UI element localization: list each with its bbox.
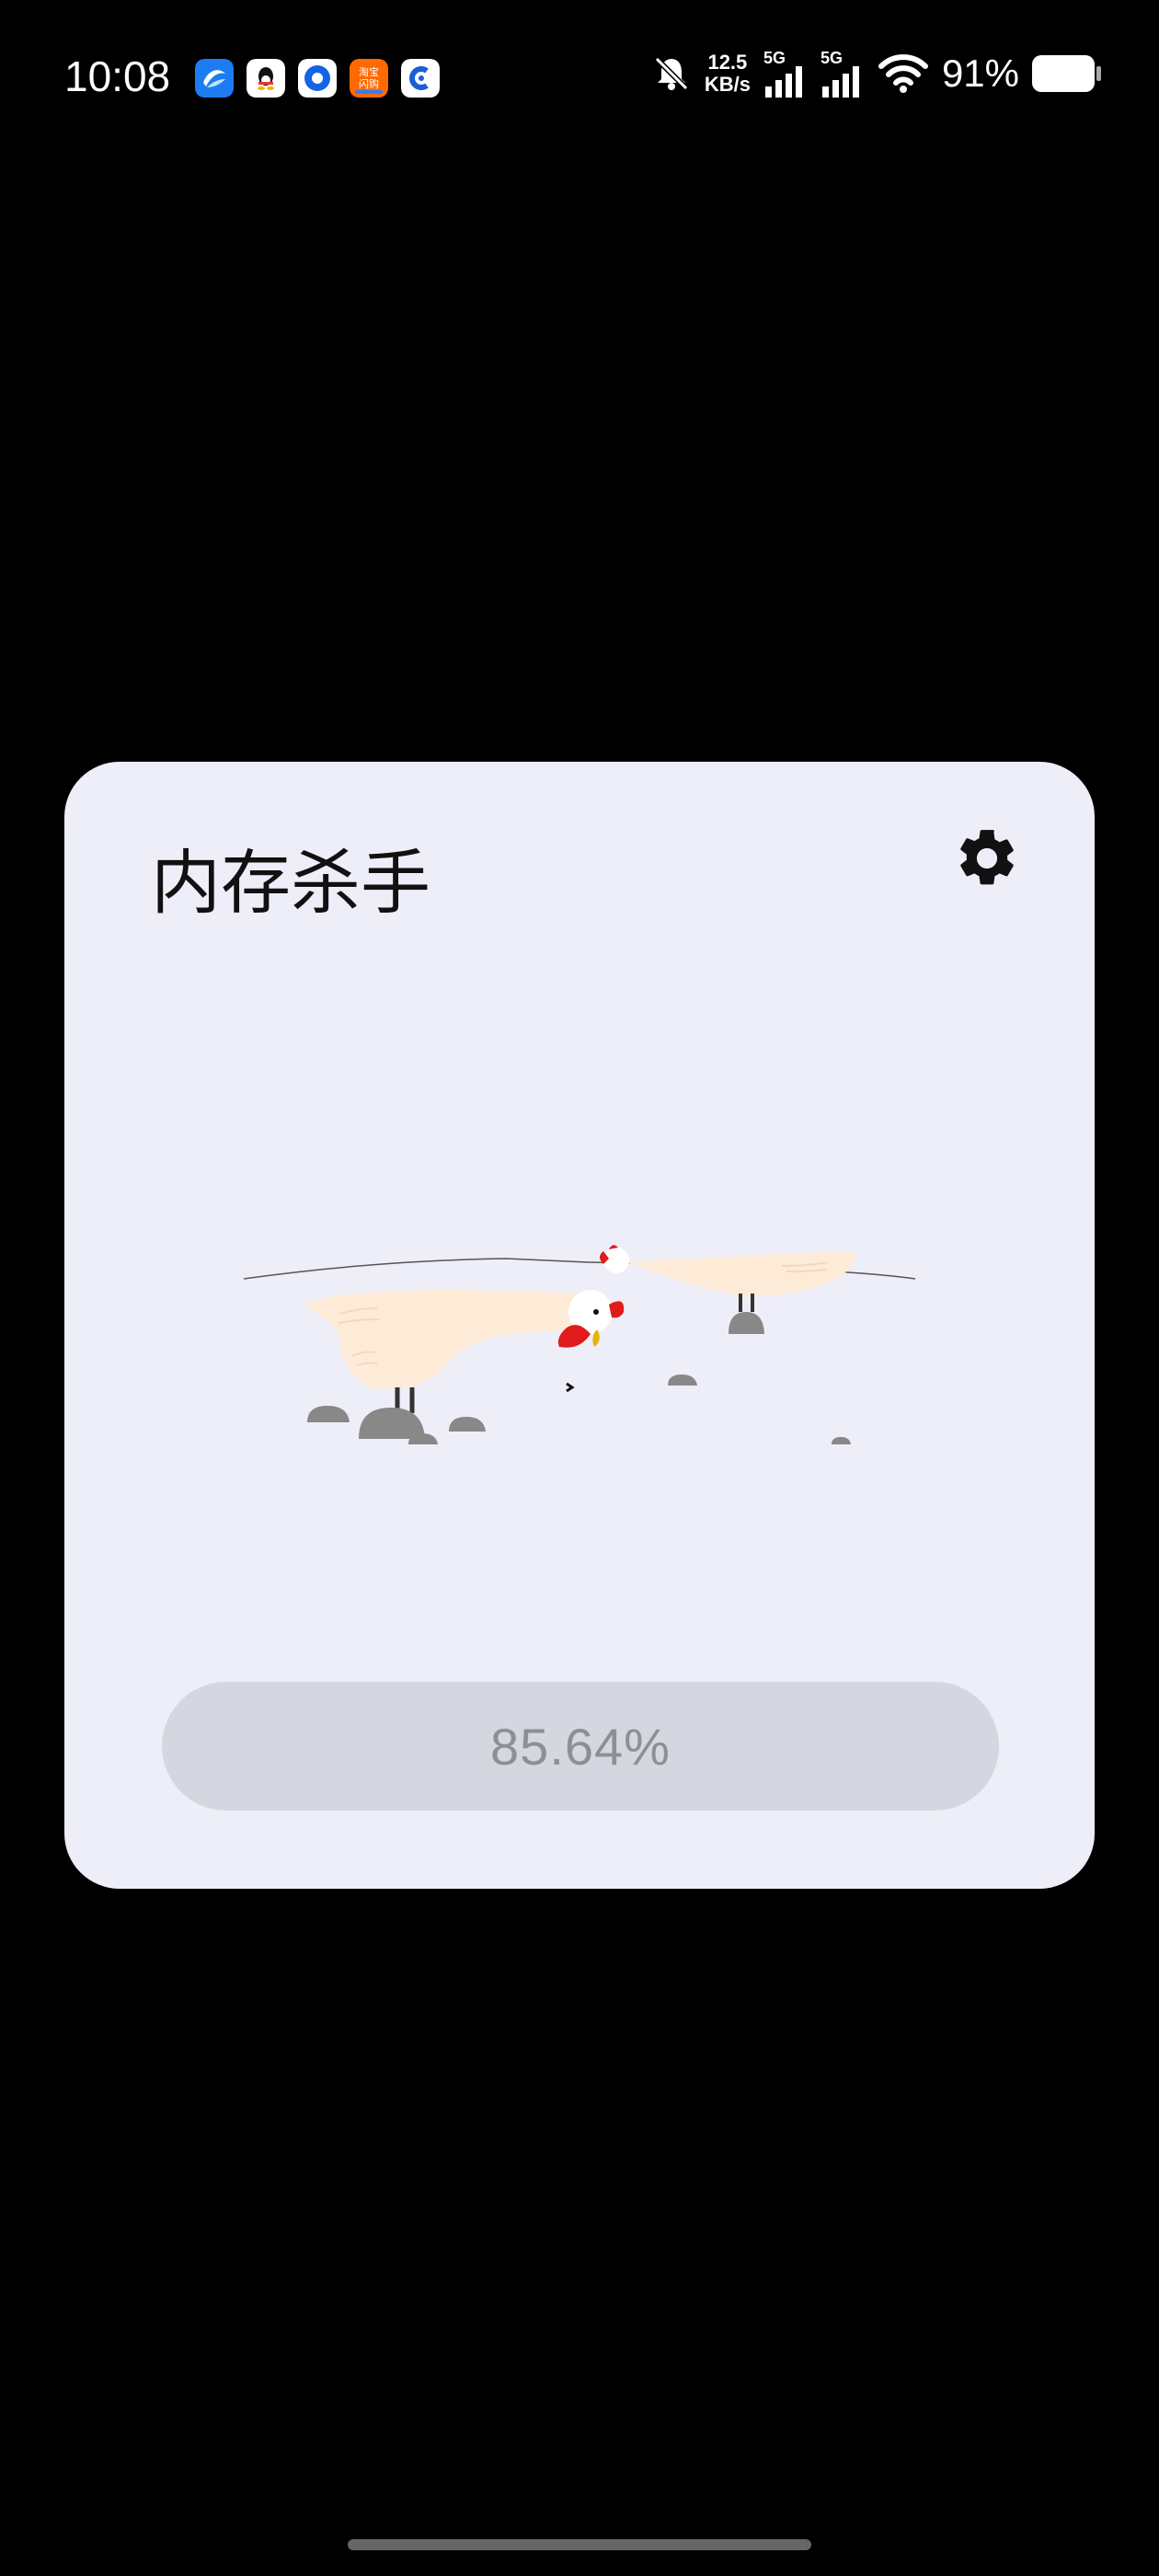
signal-bars-icon xyxy=(764,66,802,98)
chickens-on-rocks-illustration xyxy=(193,1194,1003,1507)
blue-swirl-app-icon xyxy=(195,59,234,98)
network-speed: 12.5 KB/s xyxy=(705,52,751,96)
signal-2-label: 5G xyxy=(820,49,843,67)
memory-progress-bar[interactable]: 85.64% xyxy=(162,1682,999,1811)
network-speed-unit: KB/s xyxy=(704,73,751,96)
taobao-flash-app-icon: 淘宝 闪购 xyxy=(350,59,388,98)
blue-c-app-icon xyxy=(401,59,440,98)
blue-circle-app-icon xyxy=(298,59,337,98)
chicken-front xyxy=(304,1290,625,1439)
gear-icon[interactable] xyxy=(953,824,1021,892)
network-speed-value: 12.5 xyxy=(707,51,748,74)
rock-large xyxy=(359,1408,425,1439)
svg-text:淘宝: 淘宝 xyxy=(359,65,379,78)
rock-small xyxy=(449,1417,486,1432)
status-right-group: 12.5 KB/s 5G 5G 91% xyxy=(651,50,1101,98)
rock-small xyxy=(307,1406,350,1422)
memory-killer-card: 内存杀手 85.64% xyxy=(64,762,1095,1889)
memory-progress-label: 85.64% xyxy=(490,1717,671,1776)
signal-bars-icon xyxy=(821,66,859,98)
cell-signal-2: 5G xyxy=(820,50,865,98)
qq-app-icon xyxy=(247,59,285,98)
home-indicator[interactable] xyxy=(348,2539,811,2550)
card-title: 内存杀手 xyxy=(151,842,430,924)
status-bar: 10:08 淘宝 闪购 12.5 KB/s 5G 5G 91% xyxy=(0,0,1159,156)
battery-percent: 91% xyxy=(941,52,1019,95)
status-time: 10:08 xyxy=(64,52,171,100)
signal-1-label: 5G xyxy=(763,49,786,67)
notification-app-icons: 淘宝 闪购 xyxy=(195,59,440,98)
seed-mark xyxy=(566,1382,575,1393)
bell-muted-icon xyxy=(654,56,688,91)
rock-small xyxy=(832,1437,851,1444)
cell-signal-1: 5G xyxy=(763,50,808,98)
wifi-icon xyxy=(878,54,928,93)
rock-small xyxy=(668,1374,697,1386)
svg-text:闪购: 闪购 xyxy=(359,77,379,90)
chicken-back xyxy=(600,1245,855,1334)
battery-icon xyxy=(1032,55,1101,92)
